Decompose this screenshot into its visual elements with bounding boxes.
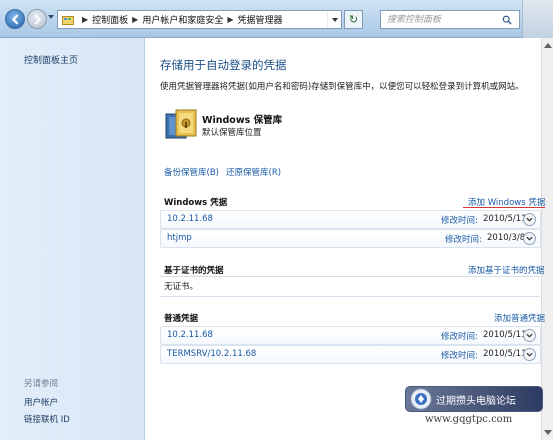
vault-subtitle: 默认保管库位置 [202,128,262,138]
chevron-down-icon [526,236,533,241]
credential-row[interactable]: TERMSRV/10.2.11.68 修改时间: 2010/5/11 [160,345,541,364]
expand-button[interactable] [523,329,536,342]
search-box[interactable] [380,10,520,29]
credential-name[interactable]: htjmp [167,233,192,243]
chevron-down-icon [526,217,533,222]
watermark-banner: 过期攒头电脑论坛 [405,386,543,412]
restore-vault-link[interactable]: 还原保管库(R) [226,166,281,178]
refresh-button[interactable]: ↻ [344,10,363,29]
control-panel-home-link[interactable]: 控制面板主页 [24,53,78,66]
expand-button[interactable] [523,232,536,245]
modified-label: 修改时间: [441,351,478,361]
credential-row[interactable]: 10.2.11.68 修改时间: 2010/5/11 [160,326,541,345]
add-link-underline [463,207,545,208]
modified-label: 修改时间: [441,216,478,226]
modified-date: 2010/3/8 [487,233,526,243]
no-certificates-text: 无证书。 [164,282,199,292]
search-input[interactable] [381,11,499,28]
modified-date: 2010/5/11 [483,330,527,340]
back-button[interactable] [5,9,25,29]
modified-date: 2010/5/11 [483,214,527,224]
scroll-up-icon[interactable] [544,43,552,48]
left-pane: 控制面板主页 另请参阅 用户帐户 链接联机 ID [0,38,145,440]
forum-logo-icon [410,388,432,410]
watermark-text: 过期攒头电脑论坛 [436,395,516,407]
link-online-id-link[interactable]: 链接联机 ID [24,413,70,425]
credential-name[interactable]: 10.2.11.68 [167,330,213,340]
user-accounts-link[interactable]: 用户帐户 [24,396,58,408]
chevron-down-icon [526,333,533,338]
scroll-down-icon[interactable] [544,430,552,435]
breadcrumb-credential-manager[interactable]: 凭据管理器 [238,11,283,28]
expand-button[interactable] [523,348,536,361]
page-description: 使用凭据管理器将凭据(如用户名和密码)存储到保管库中，以便您可以轻松登录到计算机… [160,82,524,92]
search-icon[interactable] [499,12,515,28]
add-certificate-credential-link[interactable]: 添加基于证书的凭据 [468,264,545,276]
credential-row[interactable]: htjmp 修改时间: 2010/3/8 [160,229,541,248]
modified-label: 修改时间: [441,332,478,342]
vertical-scrollbar[interactable] [541,38,553,440]
section-divider [160,276,540,277]
page-title: 存储用于自动登录的凭据 [160,58,287,72]
backup-vault-link[interactable]: 备份保管库(B) [164,166,219,178]
credential-row[interactable]: 10.2.11.68 修改时间: 2010/5/11 [160,210,541,229]
address-bar[interactable]: ▶ 控制面板 ▶ 用户帐户和家庭安全 ▶ 凭据管理器 [57,10,342,29]
navigation-bar: ▶ 控制面板 ▶ 用户帐户和家庭安全 ▶ 凭据管理器 ↻ [0,0,553,38]
expand-button[interactable] [523,213,536,226]
section-divider [160,296,540,297]
arrow-left-icon [11,13,18,25]
credential-name[interactable]: TERMSRV/10.2.11.68 [167,349,256,359]
modified-label: 修改时间: [445,235,482,245]
forward-button[interactable] [27,9,47,29]
chevron-down-icon [526,352,533,357]
breadcrumb-control-panel[interactable]: 控制面板 ▶ [92,11,142,28]
vault-icon [165,109,197,139]
vault-title: Windows 保管库 [202,115,283,126]
window-edge [522,0,553,38]
generic-credentials-title: 普通凭据 [164,314,199,324]
see-also-label: 另请参阅 [24,379,59,389]
breadcrumb-user-accounts[interactable]: 用户帐户和家庭安全 ▶ [142,11,237,28]
modified-date: 2010/5/11 [483,349,527,359]
chevron-down-icon [331,17,338,22]
windows-credentials-title: Windows 凭据 [164,198,228,208]
recent-pages-dropdown[interactable] [48,15,54,19]
control-panel-icon [62,15,74,25]
credential-name[interactable]: 10.2.11.68 [167,214,213,224]
arrow-right-icon [34,13,41,25]
add-generic-credential-link[interactable]: 添加普通凭据 [494,312,545,324]
refresh-icon: ↻ [348,13,359,26]
watermark-url: www.gqgtpc.com [425,414,513,425]
address-dropdown-button[interactable] [327,11,341,28]
breadcrumb-separator[interactable]: ▶ [78,11,92,28]
certificate-credentials-title: 基于证书的凭据 [164,266,224,276]
